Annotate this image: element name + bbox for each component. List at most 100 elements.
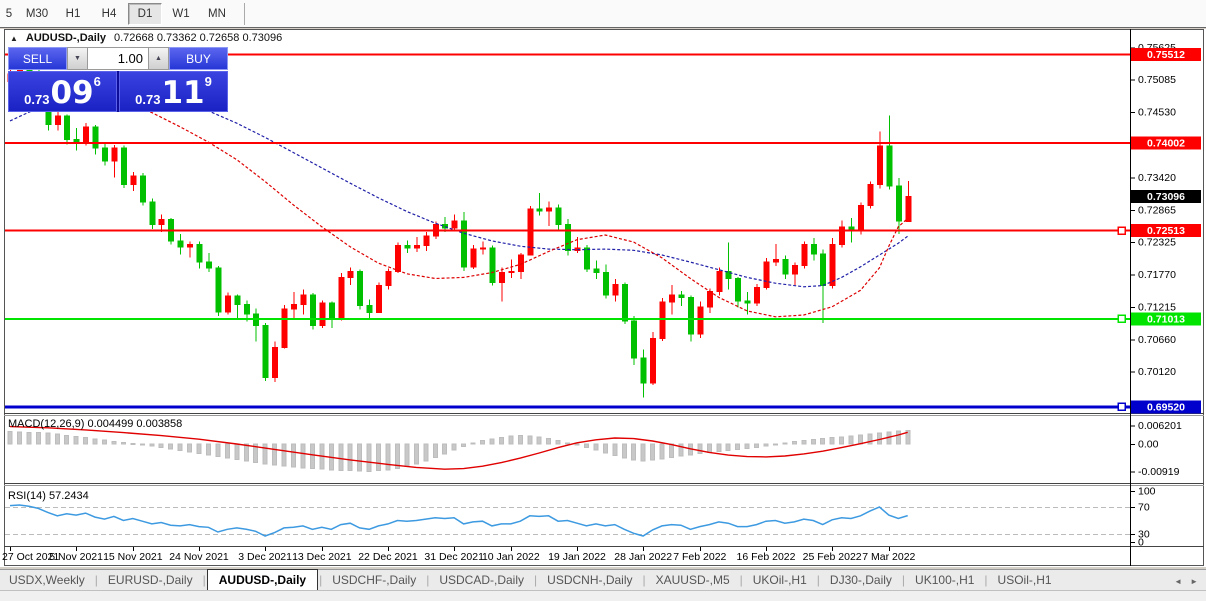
macd-histogram-bar	[45, 432, 51, 445]
price-axis-tick-label: 0.72325	[1138, 236, 1176, 248]
chart-tab-usdcnh-daily[interactable]: USDCNH-,Daily	[538, 571, 641, 590]
period-button-M30[interactable]: M30	[20, 3, 54, 25]
macd-axis-label: 0.00	[1138, 439, 1159, 451]
candle-body	[895, 185, 902, 222]
candle-body	[281, 308, 288, 348]
candle-body	[791, 265, 798, 275]
macd-histogram-bar	[54, 433, 60, 445]
period-button-H1[interactable]: H1	[56, 3, 90, 25]
macd-histogram-bar	[470, 442, 476, 445]
candle-body	[83, 126, 90, 144]
tab-scroll-right-icon[interactable]: ►	[1190, 577, 1198, 586]
macd-histogram-bar	[489, 438, 495, 445]
period-button-W1[interactable]: W1	[164, 3, 198, 25]
sell-price-prefix: 0.73	[24, 92, 50, 107]
candle-body	[593, 268, 600, 274]
chart-tab-eurusd-daily[interactable]: EURUSD-,Daily	[99, 571, 202, 590]
macd-axis-label: 0.006201	[1138, 420, 1182, 432]
candle-body	[886, 145, 893, 187]
candle-body	[716, 270, 723, 292]
candle-body	[536, 208, 543, 212]
macd-histogram-bar	[376, 443, 382, 472]
buy-price-display[interactable]: 0.73 11 9	[119, 71, 228, 112]
macd-histogram-bar	[555, 440, 561, 445]
hline-handle-0.71013[interactable]	[1117, 314, 1126, 324]
volume-decrease-button[interactable]: ▼	[67, 47, 88, 70]
date-axis-label: 7 Mar 2022	[862, 551, 915, 563]
collapse-icon[interactable]: ▲	[10, 34, 18, 43]
candle-body	[810, 243, 817, 255]
candle-body	[583, 247, 590, 270]
period-button-MN[interactable]: MN	[200, 3, 234, 25]
macd-histogram-bar	[820, 438, 826, 445]
candle-body	[187, 243, 194, 248]
candle-body	[461, 220, 468, 268]
buy-price-pip: 9	[204, 74, 212, 89]
chart-tab-ukoil-h1[interactable]: UKOil-,H1	[744, 571, 816, 590]
candle-body	[196, 243, 203, 263]
candle-body	[319, 302, 326, 327]
buy-price-big: 11	[161, 75, 205, 111]
macd-histogram-bar	[111, 440, 117, 445]
date-axis-label: 10 Jan 2022	[482, 551, 540, 563]
macd-histogram-bar	[650, 443, 656, 461]
chart-tab-xauusd-m5[interactable]: XAUUSD-,M5	[647, 571, 739, 590]
macd-histogram-bar	[347, 443, 353, 472]
candle-body	[92, 126, 99, 149]
price-tag-0.74002: 0.74002	[1147, 138, 1185, 150]
macd-histogram-bar	[120, 442, 126, 445]
buy-price-prefix: 0.73	[135, 92, 161, 107]
macd-histogram-bar	[404, 443, 410, 467]
chart-tab-usoil-h1[interactable]: USOil-,H1	[989, 571, 1061, 590]
chart-tab-usdchf-daily[interactable]: USDCHF-,Daily	[323, 571, 425, 590]
candle-body	[149, 201, 156, 225]
candle-body	[829, 243, 836, 287]
hline-handle-0.69520[interactable]	[1117, 402, 1126, 412]
volume-input[interactable]: 1.00	[88, 47, 148, 70]
macd-histogram-bar	[706, 443, 712, 453]
sell-price-display[interactable]: 0.73 09 6	[8, 71, 117, 112]
macd-histogram-bar	[177, 443, 183, 451]
candle-body	[820, 253, 827, 287]
toolbar-separator	[244, 2, 245, 25]
period-button-H4[interactable]: H4	[92, 3, 126, 25]
candle-body	[772, 259, 779, 263]
candle-body	[744, 300, 751, 304]
chart-tab-dj30-daily[interactable]: DJ30-,Daily	[821, 571, 901, 590]
chart-tab-usdx-weekly[interactable]: USDX,Weekly	[0, 571, 94, 590]
macd-histogram-bar	[291, 443, 296, 468]
buy-button[interactable]: BUY	[169, 47, 228, 70]
period-button-D1[interactable]: D1	[128, 2, 162, 25]
candle-body	[338, 276, 345, 319]
chart-tab-usdcad-daily[interactable]: USDCAD-,Daily	[430, 571, 533, 590]
chart-tab-audusd-daily[interactable]: AUDUSD-,Daily	[206, 569, 319, 590]
macd-histogram-bar	[697, 443, 703, 455]
macd-histogram-bar	[158, 443, 164, 448]
candle-body	[555, 207, 562, 225]
hline-handle-0.72513[interactable]	[1117, 226, 1126, 235]
chart-tab-uk100-h1[interactable]: UK100-,H1	[906, 571, 983, 590]
candle-body	[158, 219, 165, 225]
macd-histogram-bar	[669, 443, 674, 458]
candle-body	[224, 295, 231, 313]
sell-button[interactable]: SELL	[8, 47, 67, 70]
volume-increase-button[interactable]: ▲	[148, 47, 169, 70]
one-click-trading-panel: SELL ▼ 1.00 ▲ BUY 0.73 09 6 0.73 11 9	[8, 47, 228, 112]
price-axis-tick-label: 0.73420	[1138, 172, 1176, 184]
macd-histogram-bar	[366, 443, 372, 472]
date-axis-label: 28 Jan 2022	[614, 551, 672, 563]
candle-body	[215, 267, 222, 313]
tab-scroll-left-icon[interactable]: ◄	[1174, 577, 1182, 586]
candle-body	[735, 278, 742, 302]
candle-body	[243, 303, 250, 315]
candle-body	[262, 325, 269, 378]
mt4-window: 5 M30 H1 H4 D1 W1 MN MACD(12,26,9) 0.004499 0.…	[0, 0, 1206, 601]
macd-histogram-bar	[612, 443, 618, 457]
rsi-label: RSI(14) 57.2434	[8, 490, 89, 502]
candle-body	[650, 338, 657, 384]
candle-body	[139, 175, 146, 203]
macd-axis-label: -0.00919	[1138, 466, 1180, 478]
period-button-5[interactable]: 5	[0, 3, 18, 25]
macd-histogram-bar	[565, 442, 571, 445]
macd-histogram-bar	[480, 440, 485, 445]
